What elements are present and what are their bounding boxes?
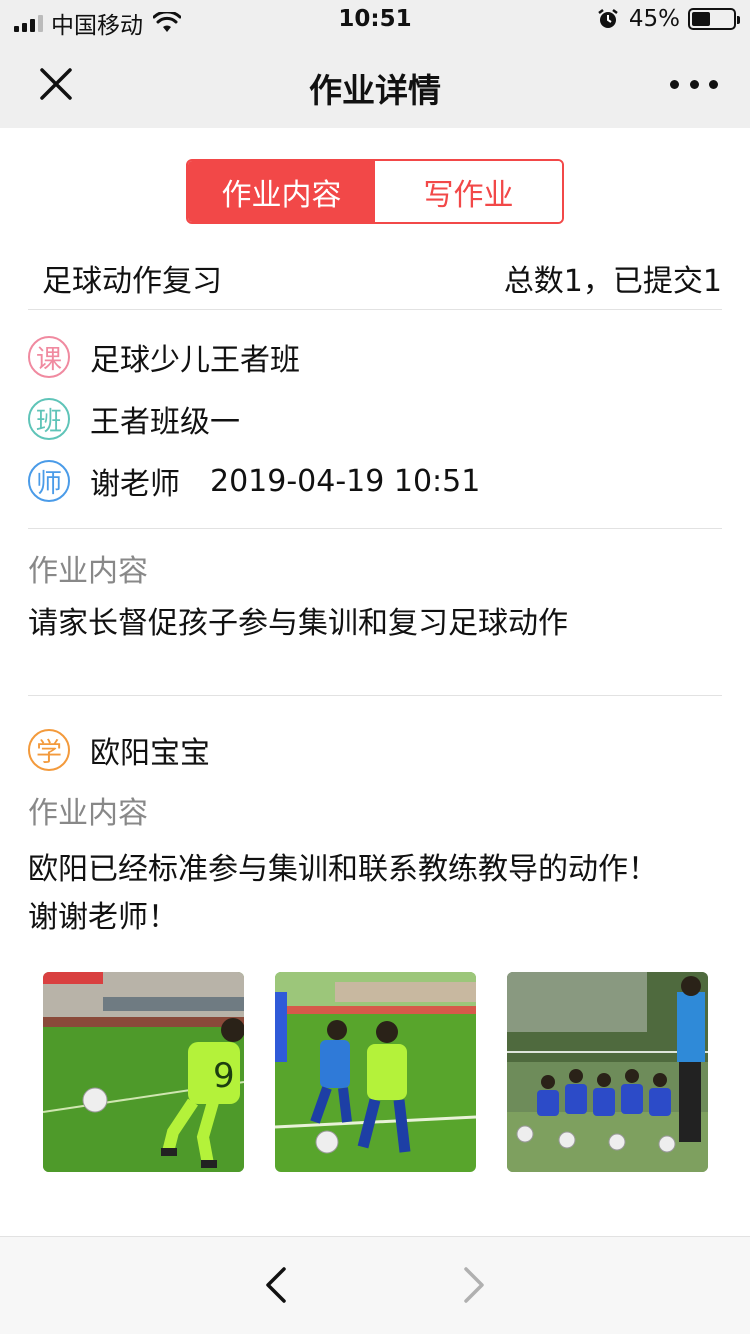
battery-icon <box>688 8 740 30</box>
page-title: 作业详情 <box>309 71 441 110</box>
bottom-toolbar <box>0 1236 750 1334</box>
football-dribble-photo[interactable] <box>275 972 476 1172</box>
football-kick-photo[interactable]: 9 <box>43 972 244 1172</box>
more-icon[interactable] <box>670 70 718 98</box>
homework-title: 足球动作复习 <box>42 264 222 299</box>
course-badge-icon: 课 <box>28 336 70 378</box>
battery-percent: 45% <box>628 6 680 32</box>
tab-homework-content[interactable]: 作业内容 <box>188 161 375 222</box>
status-right: 45% <box>597 6 740 32</box>
homework-header: 足球动作复习 总数1，已提交1 <box>28 250 722 310</box>
course-row: 课 足球少儿王者班 <box>28 334 300 380</box>
divider <box>28 528 722 529</box>
student-name: 欧阳宝宝 <box>90 736 210 771</box>
alarm-icon <box>598 9 618 28</box>
class-row: 班 王者班级一 <box>28 396 240 442</box>
teacher-badge-icon: 师 <box>28 460 70 502</box>
status-bar: 中国移动 10:51 45% <box>0 0 750 40</box>
submission-count: 总数1，已提交1 <box>503 264 722 299</box>
tab-switcher: 作业内容 写作业 <box>186 159 564 224</box>
chevron-right-icon[interactable] <box>456 1265 492 1305</box>
content-label: 作业内容 <box>28 554 148 589</box>
student-badge-icon: 学 <box>28 729 70 771</box>
content-text: 请家长督促孩子参与集训和复习足球动作 <box>28 606 568 641</box>
tab-write-homework[interactable]: 写作业 <box>375 161 562 222</box>
publish-datetime: 2019-04-19 10:51 <box>210 463 481 499</box>
course-name: 足球少儿王者班 <box>90 343 300 378</box>
class-name: 王者班级一 <box>90 405 240 440</box>
svg-text:9: 9 <box>213 1056 235 1096</box>
submission-label: 作业内容 <box>28 796 148 831</box>
chevron-left-icon[interactable] <box>258 1265 294 1305</box>
team-training-photo[interactable] <box>507 972 708 1172</box>
teacher-name: 谢老师 <box>90 467 180 502</box>
teacher-row: 师 谢老师 2019-04-19 10:51 <box>28 458 480 504</box>
class-badge-icon: 班 <box>28 398 70 440</box>
divider <box>28 695 722 696</box>
submission-text-line1: 欧阳已经标准参与集训和联系教练教导的动作！ <box>28 852 658 887</box>
submission-text-line2: 谢谢老师！ <box>28 900 178 935</box>
nav-bar: 作业详情 <box>0 40 750 128</box>
student-row: 学 欧阳宝宝 <box>28 727 210 773</box>
